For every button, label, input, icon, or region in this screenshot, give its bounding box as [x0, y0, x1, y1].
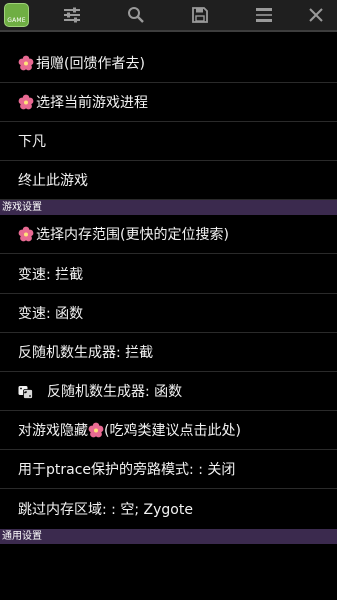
hide-from-game-item[interactable]: 对游戏隐藏 (吃鸡类建议点击此处) — [0, 411, 337, 450]
close-icon[interactable] — [296, 0, 336, 30]
skip-memory-regions-label: 跳过内存区域: : 空; Zygote — [18, 502, 193, 518]
speed-function-label: 变速: 函数 — [18, 306, 84, 322]
flower-icon — [18, 226, 34, 242]
list-icon[interactable] — [244, 0, 284, 30]
terminate-game-item[interactable]: 终止此游戏 — [0, 161, 337, 200]
speed-function-item[interactable]: 变速: 函数 — [0, 294, 337, 333]
antirandom-intercept-item[interactable]: 反随机数生成器: 拦截 — [0, 333, 337, 372]
sliders-icon[interactable] — [52, 0, 92, 30]
ptrace-bypass-item[interactable]: 用于ptrace保护的旁路模式: : 关闭 — [0, 450, 337, 489]
app-logo[interactable]: GAME — [4, 3, 29, 27]
antirandom-function-label: 反随机数生成器: 函数 — [47, 384, 183, 400]
descend-item[interactable]: 下凡 — [0, 122, 337, 161]
flower-icon — [18, 55, 34, 71]
antirandom-function-item[interactable]: 反随机数生成器: 函数 — [0, 372, 337, 411]
select-process-item[interactable]: 选择当前游戏进程 — [0, 83, 337, 122]
memory-range-item[interactable]: 选择内存范围(更快的定位搜索) — [0, 215, 337, 254]
section-header-game: 游戏设置 — [0, 200, 337, 215]
save-icon[interactable] — [180, 0, 220, 30]
donate-item[interactable]: 捐赠(回馈作者去) — [0, 44, 337, 83]
speed-intercept-item[interactable]: 变速: 拦截 — [0, 254, 337, 294]
app-logo-text: GAME — [7, 17, 26, 24]
terminate-game-label: 终止此游戏 — [18, 173, 88, 189]
antirandom-intercept-label: 反随机数生成器: 拦截 — [18, 345, 154, 361]
memory-range-label: 选择内存范围(更快的定位搜索) — [36, 227, 229, 243]
flower-icon — [88, 422, 104, 438]
select-process-label: 选择当前游戏进程 — [36, 95, 148, 111]
speed-intercept-label: 变速: 拦截 — [18, 266, 84, 283]
hide-from-game-label-pre: 对游戏隐藏 — [18, 423, 88, 439]
section-header-general: 通用设置 — [0, 529, 337, 544]
flower-icon — [18, 94, 34, 110]
top-toolbar: GAME — [0, 0, 337, 32]
hide-from-game-label-post: (吃鸡类建议点击此处) — [104, 423, 241, 439]
donate-label: 捐赠(回馈作者去) — [36, 56, 145, 72]
ptrace-bypass-label: 用于ptrace保护的旁路模式: : 关闭 — [18, 462, 236, 478]
search-icon[interactable] — [116, 0, 156, 30]
app-screen: GAME 捐赠(回馈作者去) 选择当前游戏进程 下凡 终止此游戏 游戏设置 选择… — [0, 0, 337, 600]
dice-icon — [18, 385, 33, 399]
descend-label: 下凡 — [18, 134, 46, 150]
skip-memory-regions-item[interactable]: 跳过内存区域: : 空; Zygote — [0, 489, 337, 529]
